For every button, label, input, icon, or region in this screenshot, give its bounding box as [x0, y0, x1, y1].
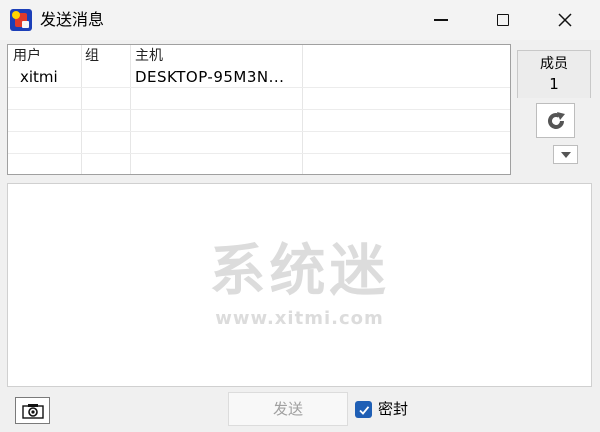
- maximize-icon: [497, 14, 509, 26]
- send-button[interactable]: 发送: [228, 392, 348, 426]
- screenshot-button[interactable]: [15, 397, 50, 424]
- refresh-icon: [547, 111, 565, 129]
- minimize-button[interactable]: [418, 0, 464, 40]
- row-divider: [8, 87, 510, 88]
- row-divider: [8, 153, 510, 154]
- column-header-user[interactable]: 用户: [13, 47, 41, 65]
- camera-icon: [21, 403, 44, 419]
- row-divider: [8, 109, 510, 110]
- maximize-button[interactable]: [480, 0, 526, 40]
- members-panel: 成员 1: [517, 50, 591, 98]
- members-count: 1: [549, 75, 559, 93]
- close-button[interactable]: [542, 0, 588, 40]
- minimize-icon: [434, 19, 448, 21]
- watermark-logo: 系统迷: [209, 239, 390, 304]
- seal-checkbox-label[interactable]: 密封: [378, 399, 408, 419]
- message-input[interactable]: 系统迷 www.xitmi.com: [7, 183, 592, 387]
- cell-host: DESKTOP-95M3N...: [135, 68, 285, 86]
- refresh-button[interactable]: [536, 103, 575, 138]
- dropdown-button[interactable]: [553, 145, 578, 164]
- watermark-url: www.xitmi.com: [215, 308, 384, 329]
- seal-checkbox[interactable]: [355, 401, 372, 418]
- column-header-group[interactable]: 组: [85, 47, 99, 65]
- chevron-down-icon: [560, 151, 571, 158]
- checkmark-icon: [358, 405, 369, 415]
- cell-user: xitmi: [20, 68, 58, 86]
- app-logo-icon[interactable]: [10, 9, 32, 31]
- column-header-host[interactable]: 主机: [135, 47, 163, 65]
- window-title: 发送消息: [40, 10, 105, 29]
- close-icon: [558, 13, 572, 27]
- row-divider: [8, 131, 510, 132]
- members-label: 成员: [540, 56, 568, 72]
- title-bar[interactable]: 发送消息: [0, 0, 600, 40]
- user-list-table[interactable]: 用户 组 主机 xitmi DESKTOP-95M3N...: [7, 44, 511, 175]
